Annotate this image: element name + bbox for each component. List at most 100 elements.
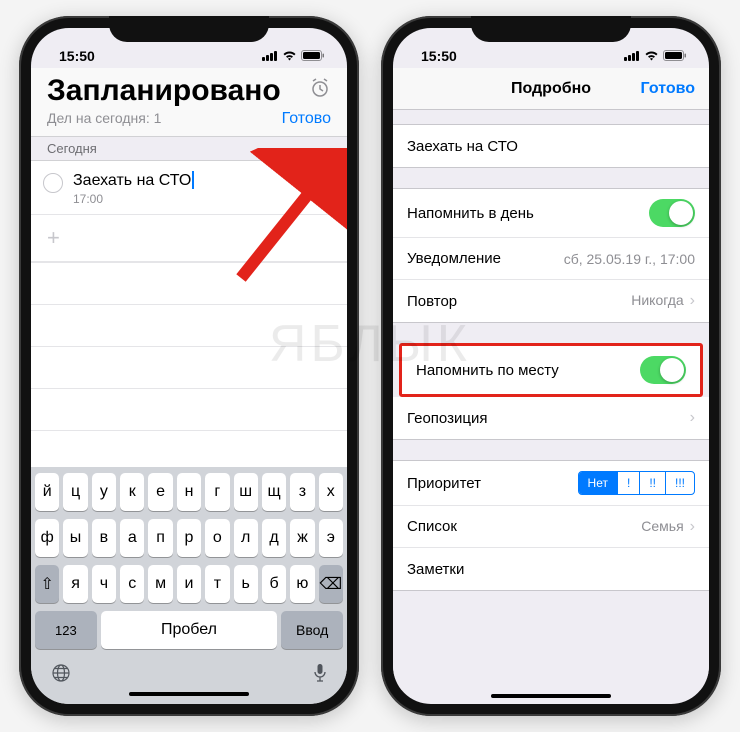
battery-icon bbox=[663, 48, 687, 64]
key[interactable]: х bbox=[319, 473, 343, 511]
key[interactable]: ю bbox=[290, 565, 314, 603]
space-key[interactable]: Пробел bbox=[101, 611, 277, 649]
key[interactable]: п bbox=[148, 519, 172, 557]
priority-segmented[interactable]: Нет ! !! !!! bbox=[578, 471, 695, 495]
notification-label: Уведомление bbox=[407, 250, 501, 267]
signal-icon bbox=[624, 48, 640, 64]
home-indicator[interactable] bbox=[129, 692, 249, 696]
key[interactable]: е bbox=[148, 473, 172, 511]
highlight-location: Напомнить по месту bbox=[399, 343, 703, 397]
key[interactable]: з bbox=[290, 473, 314, 511]
key[interactable]: в bbox=[92, 519, 116, 557]
key[interactable]: о bbox=[205, 519, 229, 557]
key[interactable]: б bbox=[262, 565, 286, 603]
key[interactable]: р bbox=[177, 519, 201, 557]
list-row[interactable]: Список Семья› bbox=[393, 506, 709, 548]
battery-icon bbox=[301, 48, 325, 64]
keyboard-row-2: ф ы в а п р о л д ж э bbox=[35, 519, 343, 557]
priority-none[interactable]: Нет bbox=[579, 472, 618, 494]
info-button[interactable]: i bbox=[315, 173, 335, 193]
priority-row: Приоритет Нет ! !! !!! bbox=[393, 461, 709, 506]
list-label: Список bbox=[407, 518, 457, 535]
notification-row[interactable]: Уведомление сб, 25.05.19 г., 17:00 bbox=[393, 238, 709, 280]
notes-label: Заметки bbox=[407, 561, 464, 578]
notes-row[interactable]: Заметки bbox=[393, 548, 709, 590]
priority-high[interactable]: !!! bbox=[666, 472, 694, 494]
home-indicator[interactable] bbox=[491, 694, 611, 698]
key[interactable]: г bbox=[205, 473, 229, 511]
key[interactable]: с bbox=[120, 565, 144, 603]
nav-bar: Подробно Готово bbox=[393, 68, 709, 110]
keyboard-row-4: 123 Пробел Ввод bbox=[35, 611, 343, 649]
signal-icon bbox=[262, 48, 278, 64]
keyboard-row-3: ⇧ я ч с м и т ь б ю ⌫ bbox=[35, 565, 343, 603]
status-time: 15:50 bbox=[421, 48, 457, 64]
reminder-row[interactable]: Заехать на СТО 17:00 i bbox=[31, 161, 347, 215]
key[interactable]: ч bbox=[92, 565, 116, 603]
key[interactable]: н bbox=[177, 473, 201, 511]
key[interactable]: и bbox=[177, 565, 201, 603]
key[interactable]: т bbox=[205, 565, 229, 603]
notch bbox=[471, 16, 631, 42]
numbers-key[interactable]: 123 bbox=[35, 611, 97, 649]
remind-location-label: Напомнить по месту bbox=[416, 362, 559, 379]
remind-location-row[interactable]: Напомнить по месту bbox=[402, 346, 700, 394]
keyboard: й ц у к е н г ш щ з х ф ы в а п р о л bbox=[31, 467, 347, 704]
remind-day-toggle[interactable] bbox=[649, 199, 695, 227]
repeat-label: Повтор bbox=[407, 293, 457, 310]
key[interactable]: ц bbox=[63, 473, 87, 511]
wifi-icon bbox=[282, 48, 297, 64]
key[interactable]: л bbox=[234, 519, 258, 557]
text-cursor bbox=[192, 171, 194, 189]
key[interactable]: ы bbox=[63, 519, 87, 557]
done-button[interactable]: Готово bbox=[641, 80, 695, 98]
group-priority: Приоритет Нет ! !! !!! Список Семья› Зам… bbox=[393, 460, 709, 591]
reminder-title[interactable]: Заехать на СТО bbox=[73, 172, 191, 189]
notch bbox=[109, 16, 269, 42]
key[interactable]: й bbox=[35, 473, 59, 511]
key[interactable]: ф bbox=[35, 519, 59, 557]
group-name: Заехать на СТО bbox=[393, 124, 709, 168]
list-header: Запланировано Дел на сегодня: 1 Готово bbox=[31, 68, 347, 137]
mic-icon[interactable] bbox=[313, 663, 327, 688]
key[interactable]: а bbox=[120, 519, 144, 557]
wifi-icon bbox=[644, 48, 659, 64]
key[interactable]: щ bbox=[262, 473, 286, 511]
key[interactable]: ж bbox=[290, 519, 314, 557]
backspace-key[interactable]: ⌫ bbox=[319, 565, 343, 603]
group-geo: Геопозиция › bbox=[393, 397, 709, 440]
globe-icon[interactable] bbox=[51, 663, 71, 688]
keyboard-row-1: й ц у к е н г ш щ з х bbox=[35, 473, 343, 511]
priority-med[interactable]: !! bbox=[640, 472, 666, 494]
key[interactable]: ь bbox=[234, 565, 258, 603]
priority-label: Приоритет bbox=[407, 475, 481, 492]
alarm-icon[interactable] bbox=[309, 77, 331, 105]
group-time: Напомнить в день Уведомление сб, 25.05.1… bbox=[393, 188, 709, 323]
section-today: Сегодня bbox=[31, 137, 347, 161]
phone-right: 15:50 Подробно Готово Заехать на СТО bbox=[381, 16, 721, 716]
task-name-field[interactable]: Заехать на СТО bbox=[393, 125, 709, 167]
screen-reminder-detail: 15:50 Подробно Готово Заехать на СТО bbox=[393, 28, 709, 704]
key[interactable]: я bbox=[63, 565, 87, 603]
key[interactable]: э bbox=[319, 519, 343, 557]
repeat-value: Никогда bbox=[631, 292, 683, 308]
repeat-row[interactable]: Повтор Никогда› bbox=[393, 280, 709, 322]
remind-day-row[interactable]: Напомнить в день bbox=[393, 189, 709, 238]
key[interactable]: м bbox=[148, 565, 172, 603]
reminder-checkbox[interactable] bbox=[43, 173, 63, 193]
remind-location-toggle[interactable] bbox=[640, 356, 686, 384]
chevron-right-icon: › bbox=[690, 518, 695, 535]
screen-reminders-list: 15:50 Запланировано Де bbox=[31, 28, 347, 704]
add-reminder-button[interactable]: + bbox=[31, 215, 347, 262]
return-key[interactable]: Ввод bbox=[281, 611, 343, 649]
status-time: 15:50 bbox=[59, 48, 95, 64]
key[interactable]: д bbox=[262, 519, 286, 557]
key[interactable]: к bbox=[120, 473, 144, 511]
shift-key[interactable]: ⇧ bbox=[35, 565, 59, 603]
priority-low[interactable]: ! bbox=[618, 472, 640, 494]
key[interactable]: у bbox=[92, 473, 116, 511]
done-button[interactable]: Готово bbox=[282, 110, 331, 128]
key[interactable]: ш bbox=[234, 473, 258, 511]
geolocation-row[interactable]: Геопозиция › bbox=[393, 397, 709, 439]
nav-title: Подробно bbox=[511, 80, 591, 98]
